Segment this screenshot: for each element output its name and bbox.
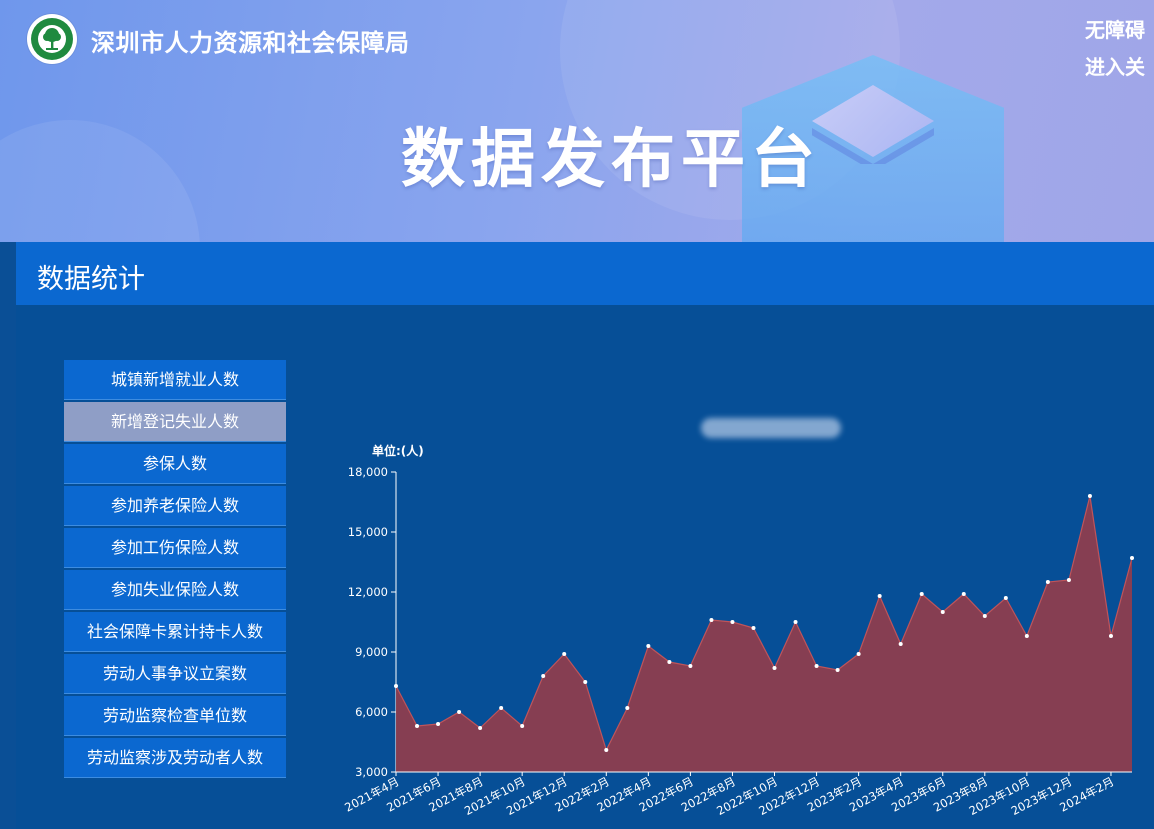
data-point (667, 660, 672, 664)
data-point (772, 666, 777, 670)
data-point (583, 680, 588, 684)
data-point (499, 706, 504, 710)
data-point (1024, 634, 1029, 638)
data-point (646, 644, 651, 648)
data-point (520, 724, 525, 728)
data-point (835, 668, 840, 672)
care-mode-link[interactable]: 进入关 (1085, 51, 1145, 80)
data-point (1045, 580, 1050, 584)
org-name[interactable]: 深圳市人力资源和社会保障局 (91, 23, 410, 58)
y-tick-label: 3,000 (355, 765, 388, 779)
unemployment-area-chart: 单位:(人) 3,000 6,000 9,000 12,000 15,000 18,000… (342, 443, 1134, 818)
y-tick-label: 6,000 (355, 705, 388, 719)
y-tick-label: 15,000 (348, 525, 388, 539)
data-point (1066, 578, 1071, 582)
data-point (730, 620, 735, 624)
data-point (1087, 494, 1092, 498)
data-point (415, 724, 420, 728)
data-point (919, 592, 924, 596)
data-point (625, 706, 630, 710)
data-point (814, 664, 819, 668)
chart-unit-label: 单位:(人) (372, 443, 424, 458)
data-point (436, 722, 441, 726)
data-point (709, 618, 714, 622)
platform-title: 数据发布平台 (401, 123, 821, 197)
y-tick-label: 9,000 (355, 645, 388, 659)
data-point (793, 620, 798, 624)
data-point (688, 664, 693, 668)
accessibility-link[interactable]: 无障碍 (1085, 14, 1145, 43)
statistics-panel: 城镇新增就业人数 新增登记失业人数 参保人数 参加养老保险人数 参加工伤保险人数… (16, 305, 1154, 829)
data-point (982, 614, 987, 618)
tree-icon (43, 28, 61, 50)
data-point (604, 748, 609, 752)
series-area (396, 496, 1132, 772)
y-tick-label: 18,000 (348, 465, 388, 479)
area-layer (395, 495, 1133, 772)
section-title: 数据统计 (37, 264, 145, 295)
data-point (877, 594, 882, 598)
banner-decoration (0, 120, 200, 242)
chart-container: 单位:(人) 3,000 6,000 9,000 12,000 15,000 18,000… (16, 305, 1154, 829)
data-point (898, 642, 903, 646)
data-point (751, 626, 756, 630)
data-point (457, 710, 462, 714)
data-point (1003, 596, 1008, 600)
data-point (562, 652, 567, 656)
section-header: 数据统计 (16, 242, 1154, 305)
y-tick-label: 12,000 (348, 585, 388, 599)
data-point (541, 674, 546, 678)
data-point (478, 726, 483, 730)
data-point (856, 652, 861, 656)
y-axis: 3,000 6,000 9,000 12,000 15,000 18,000 (348, 465, 397, 779)
x-axis: 2021年4月2021年6月2021年8月2021年10月2021年12月202… (342, 771, 1132, 818)
data-point (940, 610, 945, 614)
header-banner: 深圳市人力资源和社会保障局 无障碍 进入关 数据发布平台 (0, 0, 1154, 242)
org-logo[interactable] (27, 14, 77, 64)
data-point (1108, 634, 1113, 638)
data-point (1130, 556, 1134, 560)
data-point (961, 592, 966, 596)
data-point (394, 684, 398, 688)
